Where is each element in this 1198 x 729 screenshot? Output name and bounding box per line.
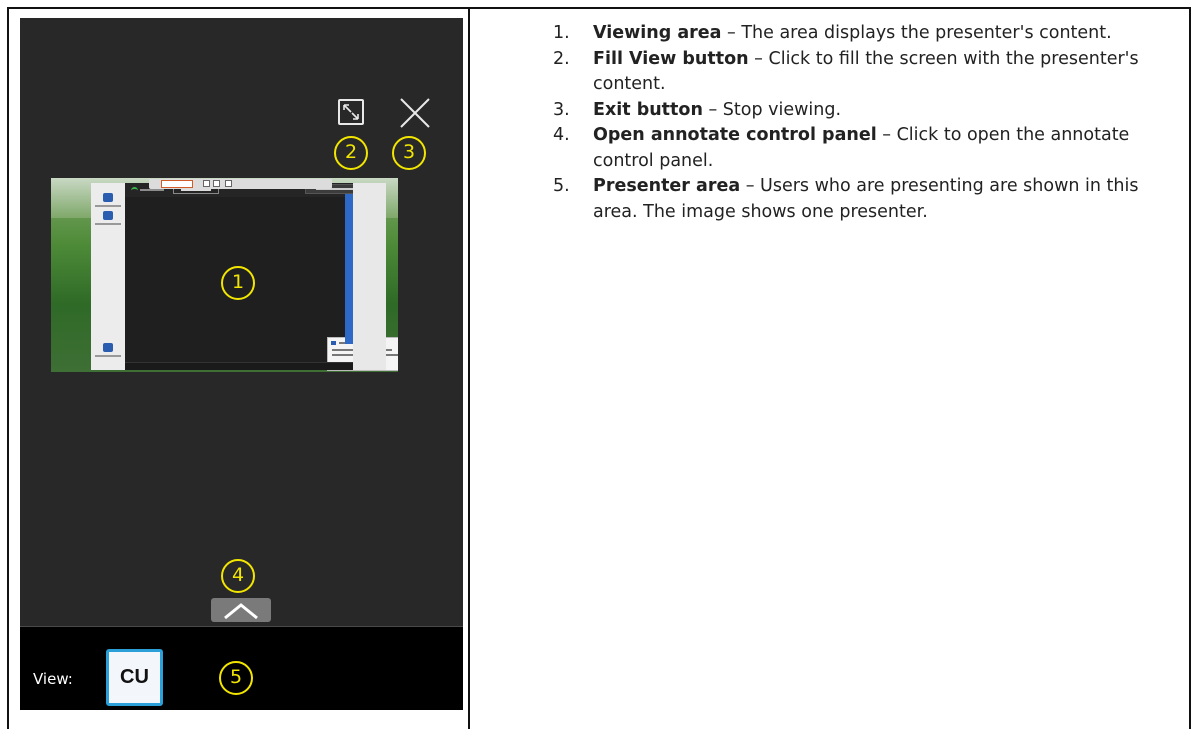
viewer-screenshot: 2 3 1 4 View: CU 5 xyxy=(20,18,463,710)
item-text: – Stop viewing. xyxy=(702,99,842,120)
shared-accent-strip xyxy=(345,194,353,344)
exit-button[interactable] xyxy=(398,96,432,130)
item-text: – The area displays the presenter's cont… xyxy=(721,23,1112,43)
open-annotate-button[interactable] xyxy=(211,598,271,622)
description-item: 4. Open annotate control panel – Click t… xyxy=(553,123,1183,174)
fill-view-button[interactable] xyxy=(338,99,364,125)
callout-3: 3 xyxy=(392,136,426,170)
disconnect-label xyxy=(181,189,211,191)
item-term: Exit button xyxy=(593,99,703,120)
description-list: 1. Viewing area – The area displays the … xyxy=(553,21,1183,225)
chevron-up-icon xyxy=(224,603,258,620)
people-icon xyxy=(103,193,113,202)
callout-2: 2 xyxy=(334,136,368,170)
description-item: 5. Presenter area – Users who are presen… xyxy=(553,174,1183,225)
item-number: 2. xyxy=(553,48,570,69)
callout-4: 4 xyxy=(221,559,255,593)
item-number: 4. xyxy=(553,125,570,145)
callout-5: 5 xyxy=(219,661,253,695)
device-name xyxy=(140,189,164,191)
dropdown-icon xyxy=(213,180,220,187)
presenting-toolbar xyxy=(149,179,332,189)
expand-arrows-icon xyxy=(343,104,359,120)
sidebar-label xyxy=(95,355,121,357)
share-icon xyxy=(103,211,113,220)
item-term: Viewing area xyxy=(593,23,722,43)
description-item: 3. Exit button – Stop viewing. xyxy=(553,98,1183,124)
item-term: Presenter area xyxy=(593,176,741,196)
item-number: 3. xyxy=(553,99,570,120)
description-item: 1. Viewing area – The area displays the … xyxy=(553,21,1183,47)
item-term: Open annotate control panel xyxy=(593,125,877,145)
close-x-icon xyxy=(400,98,430,128)
app-icon xyxy=(331,341,336,345)
settings-icon xyxy=(103,343,113,352)
item-number: 5. xyxy=(553,176,570,196)
sidebar-label xyxy=(95,223,121,225)
shared-statusbar xyxy=(125,362,386,370)
sidebar-label xyxy=(95,205,121,207)
stop-presenting-chip xyxy=(161,180,193,188)
column-divider xyxy=(468,7,470,729)
presenter-tile[interactable]: CU xyxy=(106,649,163,706)
item-term: Fill View button xyxy=(593,48,749,69)
wifi-icon xyxy=(131,187,138,191)
shared-right-pane xyxy=(353,183,386,370)
view-label: View: xyxy=(33,670,73,688)
callout-1: 1 xyxy=(221,266,255,300)
description-item: 2. Fill View button – Click to fill the … xyxy=(553,47,1183,98)
item-number: 1. xyxy=(553,23,570,43)
speaker-icon xyxy=(225,180,232,187)
pen-icon xyxy=(203,180,210,187)
shared-sidebar xyxy=(91,183,125,370)
